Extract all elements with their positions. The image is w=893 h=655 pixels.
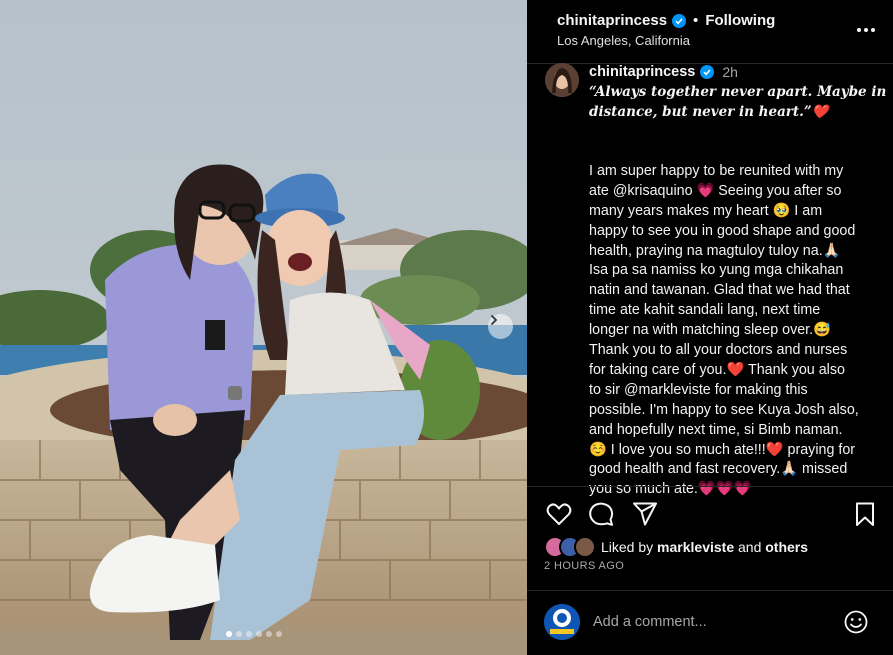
caption-quote: “Always together never apart. Maybe in d… [589,82,887,122]
comment-composer [527,600,893,644]
carousel-dot [246,631,252,637]
heart-icon[interactable] [545,500,573,528]
comment-input[interactable] [593,612,833,632]
avatar-image [545,63,579,97]
photo-illustration [0,0,527,655]
caption-line: time ate kahit sandali lang, next time [589,302,821,319]
carousel-dots [226,631,282,637]
likes-middle: and [734,539,766,555]
divider [527,590,893,591]
divider [527,486,893,487]
next-slide-button[interactable] [488,314,513,339]
carousel-dot [276,631,282,637]
caption-line: and hopefully next time, si Bimb naman. [589,421,843,438]
verified-badge-icon [672,13,687,28]
caption-line: I am super happy to be reunited with my [589,162,844,179]
post-details-panel: chinitaprincess • Following Los Angeles,… [527,0,893,655]
caption-line: good health and fast recovery.🙏🏻 missed [589,461,848,478]
caption-line: ☺️ I love you so much ate!!!❤️ praying f… [589,441,856,458]
caption-line: health, praying na magtuloy tuloy na.🙏🏻 [589,242,841,259]
caption-line: for taking care of you.❤️ Thank you also [589,361,845,378]
caption-timestamp[interactable]: 2h [722,64,738,80]
caption-line: many years makes my heart 🥹 I am [589,202,823,219]
caption-line: Isa pa sa namiss ko yung mga chikahan [589,262,844,279]
post-time-ago[interactable]: 2 HOURS AGO [544,560,624,572]
post-location[interactable]: Los Angeles, California [557,33,690,48]
caption-header: chinitaprincess 2h [589,64,738,80]
emoji-icon[interactable] [843,609,869,635]
likes-summary: Liked by markleviste and others [544,536,808,558]
share-icon[interactable] [631,500,659,528]
avatar [574,536,596,558]
caption-line [589,142,887,162]
comment-icon[interactable] [587,500,615,528]
carousel-dot [226,631,232,637]
caption-line: natin and tawanan. Glad that we had that [589,282,850,299]
likes-text[interactable]: Liked by markleviste and others [601,539,808,555]
header-separator: • [693,12,699,29]
likes-prefix: Liked by [601,539,658,555]
avatar[interactable] [545,63,579,97]
post-header: chinitaprincess • Following Los Angeles,… [527,0,893,64]
caption-username[interactable]: chinitaprincess [589,64,695,80]
quote-line: “Always together never apart. Maybe in [589,84,887,100]
caption-line: possible. I'm happy to see Kuya Josh als… [589,401,859,418]
caption-line: longer na with matching sleep over.😅 [589,322,831,339]
carousel-dot [236,631,242,637]
caption-line: ate @krisaquino 💗 Seeing you after so [589,182,842,199]
likes-others-link[interactable]: others [765,539,808,555]
post-photo[interactable] [0,0,527,655]
carousel-dot [266,631,272,637]
more-options-icon[interactable] [855,20,877,40]
caption-body: I am super happy to be reunited with my … [589,142,887,500]
header-username[interactable]: chinitaprincess [557,12,667,29]
avatar [544,604,580,640]
avatar-image [544,604,580,640]
caption-line: Thank you to all your doctors and nurses [589,342,848,359]
header-user-line: chinitaprincess • Following [557,12,775,29]
caption-line: happy to see you in good shape and good [589,222,856,239]
chevron-right-icon [491,315,498,325]
action-bar [543,500,883,528]
bookmark-icon[interactable] [851,500,879,528]
caption-line: to sir @markleviste for making this [589,381,808,398]
following-button[interactable]: Following [705,12,775,29]
verified-badge-icon [700,65,715,79]
carousel-dot [256,631,262,637]
quote-line: distance, but never in heart.”❤️ [589,104,829,120]
liker-username[interactable]: markleviste [657,539,734,555]
caption-line: you so much ate.💗💗💗 [589,481,752,498]
liker-avatars [544,536,599,558]
